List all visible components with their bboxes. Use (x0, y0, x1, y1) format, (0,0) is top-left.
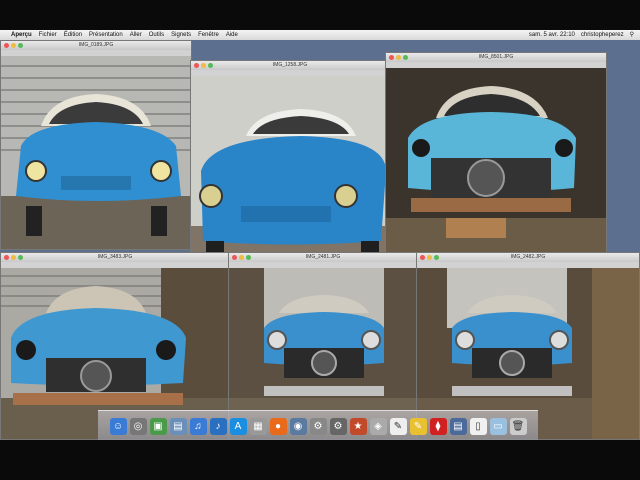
acrobat-icon[interactable]: ⧫ (429, 417, 447, 435)
menu-edition[interactable]: Édition (64, 30, 82, 40)
zoom-button[interactable] (403, 55, 408, 60)
zoom-button[interactable] (246, 255, 251, 260)
preview-window-1[interactable]: IMG_0189.JPG (0, 40, 192, 250)
minimize-button[interactable] (11, 255, 16, 260)
window-titlebar[interactable]: IMG_1258.JPG (191, 61, 389, 70)
itunes-icon[interactable]: ♫ (189, 417, 207, 435)
zoom-button[interactable] (208, 63, 213, 68)
settings-icon[interactable]: ⚙ (309, 417, 327, 435)
trash-icon[interactable]: 🗑 (509, 417, 527, 435)
clock[interactable]: sam. 5 avr. 22:10 (529, 30, 575, 40)
window-titlebar[interactable]: IMG_2482.JPG (417, 253, 639, 262)
menu-bar: Aperçu Fichier Édition Présentation Alle… (0, 30, 640, 40)
window-titlebar[interactable]: IMG_0189.JPG (1, 41, 191, 50)
dock: ☺ ◎ ▣ ▤ ♫ ♪ A ▦ ● ◉ ⚙ ⚙ ★ ◈ ✎ ✎ ⧫ ▤ ▯ ▭ … (98, 410, 538, 440)
photos-icon[interactable]: ▣ (149, 417, 167, 435)
menu-presentation[interactable]: Présentation (89, 30, 123, 40)
preview-icon[interactable]: ▤ (169, 417, 187, 435)
zoom-button[interactable] (434, 255, 439, 260)
menu-aller[interactable]: Aller (130, 30, 142, 40)
preview-window-3[interactable]: IMG_8501.JPG (385, 52, 607, 282)
window-title: IMG_8501.JPG (478, 54, 514, 60)
window-title: IMG_3483.JPG (97, 254, 133, 260)
spotlight-icon[interactable]: ⚲ (630, 30, 634, 40)
menu-signets[interactable]: Signets (171, 30, 191, 40)
safari-icon[interactable]: ◈ (369, 417, 387, 435)
desktop-screen: Aperçu Fichier Édition Présentation Alle… (0, 30, 640, 440)
zoom-button[interactable] (18, 43, 23, 48)
car-photo-3 (386, 68, 606, 281)
textedit-icon[interactable]: ✎ (389, 417, 407, 435)
appstore-icon[interactable]: A (229, 417, 247, 435)
window-titlebar[interactable]: IMG_2481.JPG (229, 253, 417, 262)
window-title: IMG_1258.JPG (272, 62, 308, 68)
minimize-button[interactable] (201, 63, 206, 68)
close-button[interactable] (4, 43, 9, 48)
minimize-button[interactable] (11, 43, 16, 48)
window-title: IMG_2481.JPG (305, 254, 341, 260)
notes-icon[interactable]: ✎ (409, 417, 427, 435)
close-button[interactable] (420, 255, 425, 260)
minimize-button[interactable] (239, 255, 244, 260)
close-button[interactable] (4, 255, 9, 260)
app-menu[interactable]: Aperçu (11, 30, 32, 40)
preview2-icon[interactable]: ▤ (449, 417, 467, 435)
music-icon[interactable]: ♪ (209, 417, 227, 435)
window-title: IMG_0189.JPG (78, 42, 114, 48)
menu-outils[interactable]: Outils (149, 30, 164, 40)
close-button[interactable] (389, 55, 394, 60)
user-menu[interactable]: christopheperez (581, 30, 624, 40)
close-button[interactable] (232, 255, 237, 260)
minimize-button[interactable] (396, 55, 401, 60)
finder-icon[interactable]: ☺ (109, 417, 127, 435)
menu-aide[interactable]: Aide (226, 30, 238, 40)
menu-fichier[interactable]: Fichier (39, 30, 57, 40)
iphoto-icon[interactable]: ◉ (289, 417, 307, 435)
window-titlebar[interactable]: IMG_3483.JPG (1, 253, 229, 262)
car-photo-1 (1, 56, 191, 249)
games-icon[interactable]: ★ (349, 417, 367, 435)
calculator-icon[interactable]: ▦ (249, 417, 267, 435)
document-icon[interactable]: ▯ (469, 417, 487, 435)
minimize-button[interactable] (427, 255, 432, 260)
close-button[interactable] (194, 63, 199, 68)
launchpad-icon[interactable]: ◎ (129, 417, 147, 435)
zoom-button[interactable] (18, 255, 23, 260)
window-title: IMG_2482.JPG (510, 254, 546, 260)
firefox-icon[interactable]: ● (269, 417, 287, 435)
window-titlebar[interactable]: IMG_8501.JPG (386, 53, 606, 62)
system-prefs-icon[interactable]: ⚙ (329, 417, 347, 435)
menu-fenetre[interactable]: Fenêtre (198, 30, 219, 40)
folder-icon[interactable]: ▭ (489, 417, 507, 435)
